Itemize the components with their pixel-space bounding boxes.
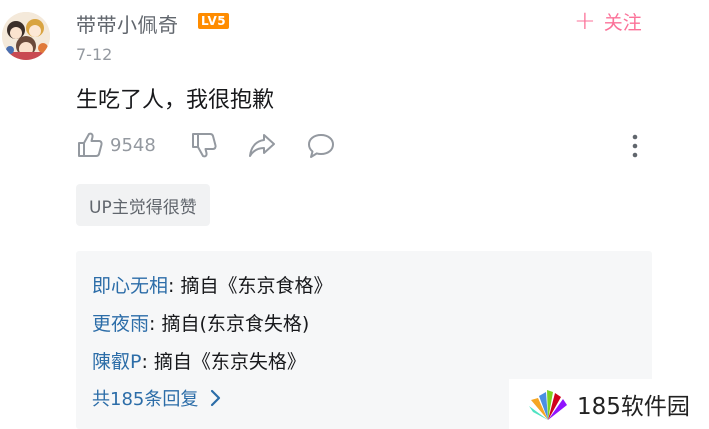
thumbs-up-icon xyxy=(78,132,103,157)
watermark: 185软件园 xyxy=(509,379,709,429)
comment-date: 7-12 xyxy=(76,45,113,64)
reply-text: : 摘自《东京失格》 xyxy=(141,351,306,373)
reply-text: : 摘自《东京食格》 xyxy=(168,275,333,297)
watermark-text: 185软件园 xyxy=(577,394,690,420)
more-replies-label: 共185条回复 xyxy=(92,389,199,410)
reply-item[interactable]: 即心无相: 摘自《东京食格》 xyxy=(92,271,332,298)
like-count: 9548 xyxy=(110,134,156,156)
reply-button[interactable] xyxy=(306,132,336,160)
reply-text: : 摘自(东京食失格) xyxy=(149,313,310,335)
more-icon xyxy=(632,134,638,158)
plus-icon: + xyxy=(574,6,596,36)
logo-icon xyxy=(529,390,567,420)
level-badge: LV5 xyxy=(198,13,230,29)
avatar-image xyxy=(2,12,50,60)
reply-username[interactable]: 即心无相 xyxy=(92,275,168,297)
reply-item[interactable]: 更夜雨: 摘自(东京食失格) xyxy=(92,309,309,336)
share-icon xyxy=(249,134,275,157)
up-liked-tag: UP主觉得很赞 xyxy=(76,184,210,226)
follow-label: 关注 xyxy=(603,11,642,34)
thumbs-down-icon xyxy=(192,133,217,158)
share-button[interactable] xyxy=(248,132,276,158)
reply-username[interactable]: 更夜雨 xyxy=(92,313,149,335)
comment-content: 生吃了人，我很抱歉 xyxy=(76,88,275,113)
follow-button[interactable]: + 关注 xyxy=(574,6,642,36)
like-button[interactable]: 9548 xyxy=(76,131,156,159)
dislike-button[interactable] xyxy=(190,131,218,159)
username[interactable]: 带带小佩奇 xyxy=(76,9,179,38)
reply-item[interactable]: 陳叡P: 摘自《东京失格》 xyxy=(92,347,306,374)
comment-page: 带带小佩奇 LV5 + 关注 7-12 生吃了人，我很抱歉 9548 UP主觉得… xyxy=(0,0,709,429)
chevron-right-icon xyxy=(211,389,221,407)
view-all-replies-link[interactable]: 共185条回复 xyxy=(92,385,224,411)
avatar[interactable] xyxy=(2,12,50,60)
reply-username[interactable]: 陳叡P xyxy=(92,351,141,373)
up-liked-label: UP主觉得很赞 xyxy=(89,197,197,218)
comment-icon xyxy=(308,134,334,158)
more-options-button[interactable] xyxy=(625,132,645,160)
